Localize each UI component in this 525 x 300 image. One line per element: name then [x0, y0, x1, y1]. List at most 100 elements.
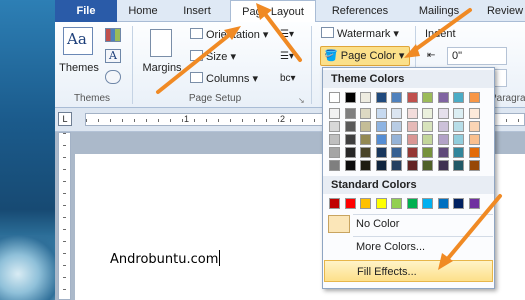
theme-shade-swatch[interactable]: [406, 134, 418, 145]
theme-shade-swatch[interactable]: [329, 134, 340, 145]
standard-color-swatch[interactable]: [453, 198, 464, 209]
theme-shade-swatch[interactable]: [406, 147, 418, 158]
theme-shade-swatch[interactable]: [391, 121, 402, 132]
theme-color-swatch[interactable]: [391, 92, 402, 103]
theme-color-swatch[interactable]: [375, 92, 387, 103]
theme-shade-swatch[interactable]: [468, 121, 480, 132]
theme-shade-swatch[interactable]: [406, 160, 418, 171]
theme-shade-swatch[interactable]: [422, 160, 433, 171]
theme-shade-swatch[interactable]: [453, 147, 464, 158]
theme-shade-swatch[interactable]: [437, 147, 449, 158]
breaks-icon[interactable]: ☰▾: [280, 27, 294, 43]
size-button[interactable]: Size ▾: [190, 49, 236, 65]
theme-shade-swatch[interactable]: [437, 160, 449, 171]
theme-color-swatch[interactable]: [406, 92, 418, 103]
themes-icon[interactable]: Aa: [63, 27, 93, 55]
tab-page-layout[interactable]: Page Layout: [230, 0, 316, 23]
fill-effects-item[interactable]: Fill Effects...: [324, 260, 493, 282]
theme-shade-swatch[interactable]: [422, 134, 433, 145]
theme-shade-swatch[interactable]: [453, 121, 464, 132]
standard-color-swatch[interactable]: [406, 198, 418, 209]
theme-shade-swatch[interactable]: [329, 121, 340, 132]
theme-color-swatch[interactable]: [468, 92, 480, 103]
theme-shade-swatch[interactable]: [375, 147, 387, 158]
vertical-ruler[interactable]: [58, 132, 71, 300]
theme-shade-swatch[interactable]: [360, 134, 371, 145]
theme-shade-swatch[interactable]: [422, 121, 433, 132]
theme-shade-swatch[interactable]: [468, 108, 480, 119]
tab-file[interactable]: File: [55, 0, 117, 22]
theme-shade-swatch[interactable]: [437, 134, 449, 145]
theme-shade-swatch[interactable]: [344, 121, 356, 132]
standard-color-swatch[interactable]: [437, 198, 449, 209]
theme-shade-swatch[interactable]: [375, 134, 387, 145]
theme-color-swatch[interactable]: [437, 92, 449, 103]
theme-effects-icon[interactable]: [105, 70, 121, 84]
theme-color-swatch[interactable]: [344, 92, 356, 103]
theme-shade-swatch[interactable]: [453, 108, 464, 119]
theme-shade-swatch[interactable]: [344, 160, 356, 171]
standard-color-swatch[interactable]: [329, 198, 340, 209]
theme-shade-swatch[interactable]: [468, 134, 480, 145]
no-color-item[interactable]: No Color: [324, 213, 493, 235]
margins-button[interactable]: Margins: [139, 62, 185, 74]
standard-color-swatch[interactable]: [375, 198, 387, 209]
dialog-launcher-icon[interactable]: ↘: [298, 93, 305, 109]
theme-color-swatch[interactable]: [422, 92, 433, 103]
theme-fonts-icon[interactable]: A: [105, 49, 121, 63]
tab-selector[interactable]: L: [58, 112, 72, 126]
tab-home[interactable]: Home: [117, 0, 169, 22]
watermark-button[interactable]: Watermark ▾: [321, 26, 399, 42]
line-numbers-icon[interactable]: ☰▾: [280, 49, 294, 65]
page-color-button[interactable]: 🪣 Page Color ▾: [320, 46, 410, 66]
tab-mailings[interactable]: Mailings: [407, 0, 471, 22]
standard-color-swatch[interactable]: [360, 198, 371, 209]
theme-color-swatch[interactable]: [329, 92, 340, 103]
tab-insert[interactable]: Insert: [169, 0, 225, 22]
theme-shade-swatch[interactable]: [468, 160, 480, 171]
theme-shade-swatch[interactable]: [329, 160, 340, 171]
theme-shade-swatch[interactable]: [422, 147, 433, 158]
themes-button[interactable]: Themes: [57, 62, 101, 74]
theme-shade-swatch[interactable]: [391, 108, 402, 119]
orientation-button[interactable]: Orientation ▾: [190, 27, 268, 43]
theme-color-swatch[interactable]: [360, 92, 371, 103]
theme-shade-swatch[interactable]: [468, 147, 480, 158]
theme-shade-swatch[interactable]: [375, 160, 387, 171]
tab-references[interactable]: References: [320, 0, 400, 22]
theme-shade-swatch[interactable]: [453, 160, 464, 171]
indent-left-field[interactable]: 0": [447, 47, 507, 65]
theme-shade-swatch[interactable]: [344, 134, 356, 145]
theme-shade-swatch[interactable]: [360, 160, 371, 171]
theme-shade-swatch[interactable]: [406, 121, 418, 132]
standard-color-swatch[interactable]: [468, 198, 480, 209]
theme-shade-swatch[interactable]: [360, 121, 371, 132]
theme-shade-swatch[interactable]: [360, 108, 371, 119]
theme-shade-swatch[interactable]: [391, 160, 402, 171]
standard-color-swatch[interactable]: [422, 198, 433, 209]
theme-shade-swatch[interactable]: [406, 108, 418, 119]
tab-review[interactable]: Review: [480, 0, 525, 22]
theme-shade-swatch[interactable]: [391, 147, 402, 158]
theme-shade-swatch[interactable]: [375, 108, 387, 119]
theme-shade-swatch[interactable]: [391, 134, 402, 145]
theme-shade-swatch[interactable]: [329, 108, 340, 119]
margins-icon[interactable]: [150, 29, 172, 57]
theme-shade-swatch[interactable]: [437, 108, 449, 119]
theme-shade-swatch[interactable]: [344, 147, 356, 158]
theme-shade-swatch[interactable]: [375, 121, 387, 132]
standard-color-swatch[interactable]: [391, 198, 402, 209]
standard-color-swatch[interactable]: [344, 198, 356, 209]
columns-button[interactable]: Columns ▾: [190, 71, 258, 87]
theme-shade-swatch[interactable]: [437, 121, 449, 132]
theme-color-swatch[interactable]: [453, 92, 464, 103]
theme-shade-swatch[interactable]: [329, 147, 340, 158]
document-text[interactable]: Androbuntu.com: [110, 250, 221, 267]
hyphenation-icon[interactable]: bc▾: [280, 71, 296, 87]
theme-colors-icon[interactable]: [105, 28, 121, 42]
theme-shade-swatch[interactable]: [344, 108, 356, 119]
theme-shade-swatch[interactable]: [360, 147, 371, 158]
theme-shade-swatch[interactable]: [453, 134, 464, 145]
theme-shade-swatch[interactable]: [422, 108, 433, 119]
more-colors-item[interactable]: More Colors...: [324, 236, 493, 258]
